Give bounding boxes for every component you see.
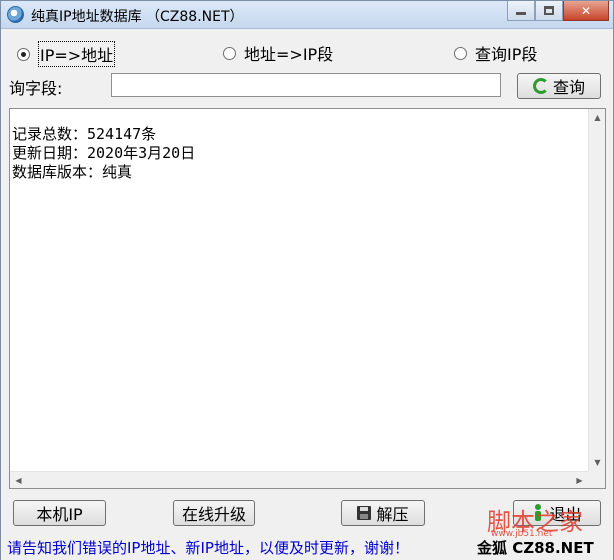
app-globe-icon (7, 6, 24, 23)
app-window: 纯真IP地址数据库 （CZ88.NET） ✕ IP=>地址 地址=>IP段 查询… (0, 0, 614, 560)
status-message: 请告知我们错误的IP地址、新IP地址，以便及时更新，谢谢！ (7, 539, 409, 557)
radio-ip-to-address[interactable]: IP=>地址 (17, 41, 116, 67)
horizontal-scrollbar[interactable]: ◀ ▶ (10, 471, 588, 488)
radio-query-ip-range[interactable]: 查询IP段 (454, 41, 537, 65)
scroll-left-icon[interactable]: ◀ (10, 472, 27, 489)
maximize-button[interactable] (535, 1, 563, 21)
close-icon: ✕ (580, 3, 592, 18)
scroll-down-icon[interactable]: ▼ (589, 454, 606, 471)
watermark-url: www.jb51.net (491, 529, 553, 539)
radio-label: 查询IP段 (475, 45, 538, 64)
result-line: 记录总数：524147条 (12, 125, 157, 143)
result-content: 记录总数：524147条 更新日期：2020年3月20日 数据库版本：纯真 (12, 125, 195, 182)
radio-checked-icon (17, 47, 30, 61)
radio-label: 地址=>IP段 (244, 45, 334, 64)
result-line: 数据库版本：纯真 (12, 163, 133, 181)
radio-unchecked-icon (454, 46, 467, 60)
refresh-icon (532, 78, 549, 94)
window-controls: ✕ (507, 1, 609, 21)
scrollbar-corner (588, 471, 605, 488)
vertical-scrollbar[interactable]: ▲ ▼ (588, 109, 605, 471)
online-upgrade-button[interactable]: 在线升级 (173, 500, 255, 526)
query-button[interactable]: 查询 (517, 73, 601, 99)
window-title: 纯真IP地址数据库 （CZ88.NET） (31, 9, 244, 25)
maximize-icon (544, 6, 554, 15)
query-input[interactable] (111, 73, 501, 97)
floppy-disk-icon (357, 506, 372, 520)
local-ip-button[interactable]: 本机IP (13, 500, 106, 526)
scroll-up-icon[interactable]: ▲ (589, 109, 606, 126)
scroll-right-icon[interactable]: ▶ (571, 472, 588, 489)
radio-label: IP=>地址 (38, 41, 116, 67)
minimize-icon (516, 12, 526, 15)
unzip-button[interactable]: 解压 (341, 500, 425, 526)
radio-unchecked-icon (223, 46, 236, 60)
query-label: 询字段: (9, 79, 63, 98)
unzip-button-label: 解压 (376, 505, 409, 524)
query-button-label: 查询 (552, 78, 585, 97)
close-button[interactable]: ✕ (563, 1, 609, 21)
status-brand: 金狐 CZ88.NET (477, 539, 594, 557)
result-line: 更新日期：2020年3月20日 (12, 144, 196, 162)
result-textarea[interactable]: 记录总数：524147条 更新日期：2020年3月20日 数据库版本：纯真 ▲ ▼ … (9, 108, 606, 489)
title-bar[interactable]: 纯真IP地址数据库 （CZ88.NET） ✕ (1, 1, 613, 29)
radio-address-to-ip[interactable]: 地址=>IP段 (223, 41, 333, 65)
minimize-button[interactable] (507, 1, 535, 21)
